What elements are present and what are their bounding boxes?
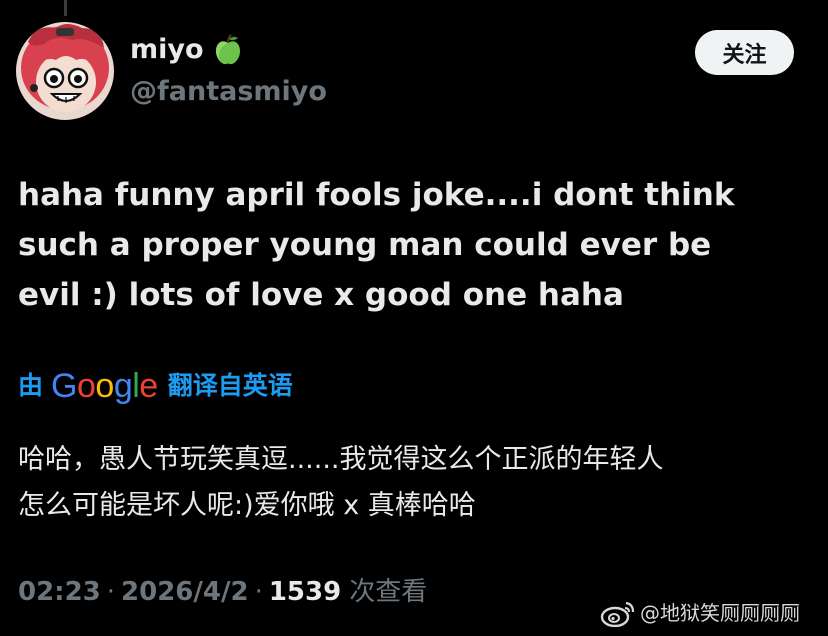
views-label: 次查看 xyxy=(349,577,428,607)
translated-line: 哈哈，愚人节玩笑真逗......我觉得这么个正派的年轻人 xyxy=(18,444,664,475)
follow-button[interactable]: 关注 xyxy=(695,30,794,75)
tweet-time[interactable]: 02:23 xyxy=(18,572,101,612)
tweet-line: evil :) lots of love x good one haha xyxy=(18,277,624,313)
meta-separator: · xyxy=(106,577,116,607)
green-apple-icon xyxy=(215,34,240,65)
translation-prefix: 由 xyxy=(18,371,44,400)
thread-connector-line xyxy=(64,0,67,16)
tweet-date[interactable]: 2026/4/2 xyxy=(121,572,249,612)
tweet-meta: 02:23 · 2026/4/2 · 1539 次查看 xyxy=(18,572,427,612)
translated-line: 怎么可能是坏人呢:)爱你哦 x 真棒哈哈 xyxy=(18,490,476,521)
tweet-line: haha funny april fools joke....i dont th… xyxy=(18,177,735,213)
views-count: 1539 xyxy=(268,577,342,607)
translation-source-label[interactable]: 翻译自英语 xyxy=(168,366,293,406)
google-logo: Google xyxy=(51,367,158,405)
watermark-text: @地狱笑厕厕厕厕 xyxy=(640,601,800,625)
weibo-logo-icon xyxy=(600,601,635,627)
tweet-line: such a proper young man could ever be xyxy=(18,227,712,263)
display-name[interactable]: miyo xyxy=(130,32,204,68)
user-handle[interactable]: @fantasmiyo xyxy=(130,74,327,110)
watermark: @地狱笑厕厕厕厕 xyxy=(600,598,800,628)
tweet-text: haha funny april fools joke....i dont th… xyxy=(18,170,808,320)
avatar[interactable] xyxy=(16,22,114,120)
user-name-row[interactable]: miyo xyxy=(130,32,242,68)
translated-text: 哈哈，愚人节玩笑真逗......我觉得这么个正派的年轻人 怎么可能是坏人呢:)爱… xyxy=(18,437,808,529)
cartoon-girl-avatar-icon xyxy=(16,22,114,120)
meta-separator: · xyxy=(254,577,263,607)
translation-attribution[interactable]: 由 Google 翻译自英语 xyxy=(18,366,293,406)
